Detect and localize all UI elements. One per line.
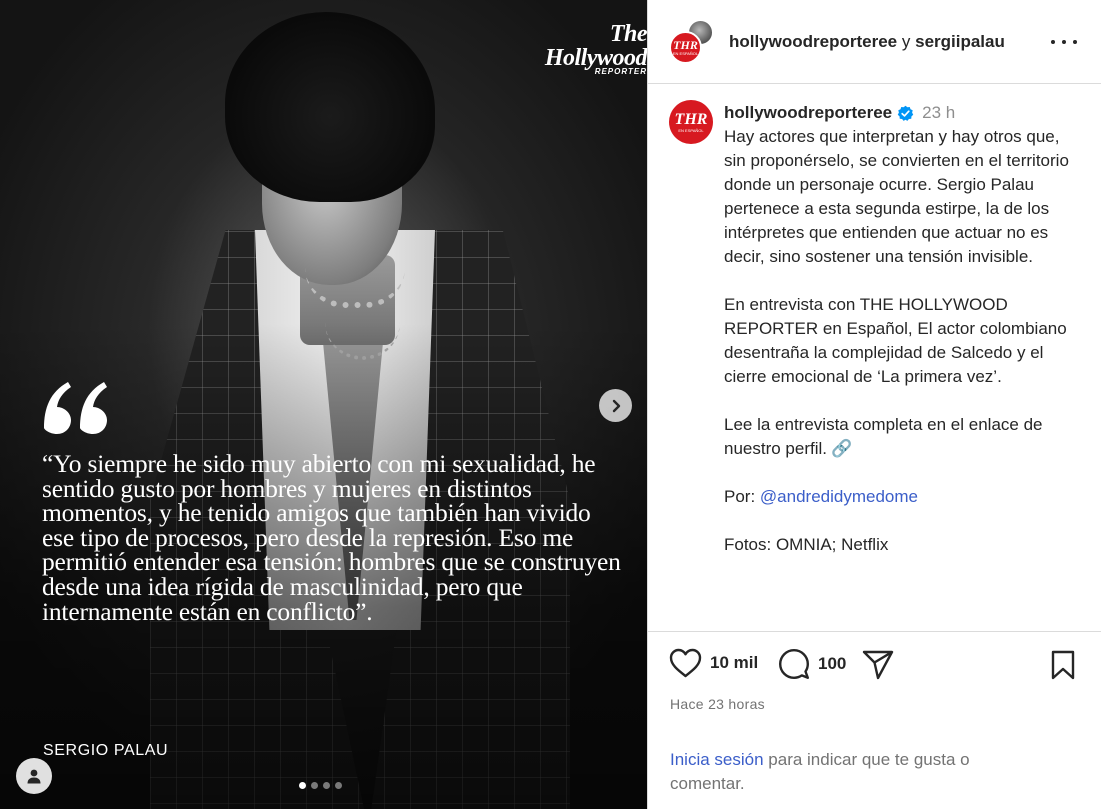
caption-avatar[interactable]: THR EN ESPAÑOL bbox=[669, 100, 713, 144]
carousel-dot bbox=[299, 782, 306, 789]
action-bar: 10 mil 100 bbox=[648, 648, 1101, 692]
caption-area[interactable]: THR EN ESPAÑOL hollywoodreporteree 23 h … bbox=[648, 85, 1101, 632]
share-action bbox=[862, 650, 894, 680]
caption-paragraph-text: Lee la entrevista completa en el enlace … bbox=[724, 415, 1043, 458]
posted-time[interactable]: Hace 23 horas bbox=[670, 696, 765, 712]
more-dot-icon bbox=[1051, 40, 1055, 44]
post-media[interactable]: The Hollywood REPORTER “Yo siempre he si… bbox=[0, 0, 647, 809]
like-action: 10 mil bbox=[669, 648, 758, 678]
carousel-dot bbox=[335, 782, 342, 789]
brand-logo: The Hollywood REPORTER bbox=[544, 21, 647, 76]
carousel-dot bbox=[323, 782, 330, 789]
authors-joiner: y bbox=[901, 32, 911, 51]
caption-text: Hay actores que interpretan y hay otros … bbox=[724, 125, 1074, 557]
more-dot-icon bbox=[1062, 40, 1066, 44]
carousel-dots bbox=[299, 782, 342, 789]
share-icon[interactable] bbox=[862, 650, 894, 680]
mention-link[interactable]: @andredidymedome bbox=[760, 487, 918, 506]
post-header: THR EN ESPAÑOL hollywoodreporteree y ser… bbox=[648, 0, 1101, 84]
tagged-users-button[interactable] bbox=[16, 758, 52, 794]
more-options-button[interactable] bbox=[1051, 32, 1077, 52]
more-dot-icon bbox=[1073, 40, 1077, 44]
avatar-logo-text: THR bbox=[674, 110, 708, 128]
scrollbar[interactable] bbox=[1082, 85, 1101, 631]
avatar-logo-text: THR bbox=[673, 38, 698, 52]
carousel-dot bbox=[311, 782, 318, 789]
caption-paragraph: Hay actores que interpretan y hay otros … bbox=[724, 127, 1069, 266]
post-sidebar: THR EN ESPAÑOL hollywoodreporteree y ser… bbox=[647, 0, 1101, 809]
avatar-logo-sub: EN ESPAÑOL bbox=[672, 51, 699, 56]
post-authors: hollywoodreporteree y sergiipalau bbox=[729, 32, 1005, 52]
caption-paragraph: Lee la entrevista completa en el enlace … bbox=[724, 413, 1074, 461]
caption-username[interactable]: hollywoodreporteree bbox=[724, 103, 892, 123]
caption-credit: Por: @andredidymedome bbox=[724, 485, 1074, 509]
collaborator-link[interactable]: sergiipalau bbox=[915, 32, 1005, 51]
quote-mark-icon bbox=[44, 382, 107, 434]
heart-icon[interactable] bbox=[669, 648, 702, 678]
like-count[interactable]: 10 mil bbox=[710, 653, 758, 673]
caption-paragraph: En entrevista con THE HOLLYWOOD REPORTER… bbox=[724, 295, 1067, 386]
link-emoji-icon: 🔗 bbox=[831, 439, 853, 458]
bookmark-icon[interactable] bbox=[1050, 650, 1076, 680]
credit-label: Por: bbox=[724, 487, 756, 506]
comment-action: 100 bbox=[778, 648, 846, 680]
caption-time[interactable]: 23 h bbox=[922, 103, 955, 123]
chevron-right-icon bbox=[612, 399, 620, 412]
account-avatar[interactable]: THR EN ESPAÑOL bbox=[669, 31, 702, 64]
login-prompt: Inicia sesión para indicar que te gusta … bbox=[670, 748, 1030, 796]
quote-text: “Yo siempre he sido muy abierto con mi s… bbox=[42, 449, 621, 626]
verified-badge-icon bbox=[897, 105, 914, 121]
user-icon bbox=[27, 769, 41, 784]
comment-icon[interactable] bbox=[778, 648, 810, 680]
avatar-logo-sub: EN ESPAÑOL bbox=[678, 127, 704, 133]
caption-photos: Fotos: OMNIA; Netflix bbox=[724, 535, 889, 554]
account-link[interactable]: hollywoodreporteree bbox=[729, 32, 897, 51]
next-slide-button[interactable] bbox=[599, 389, 632, 422]
caption-header: hollywoodreporteree 23 h bbox=[724, 103, 955, 123]
login-link[interactable]: Inicia sesión bbox=[670, 750, 764, 769]
comment-count[interactable]: 100 bbox=[818, 654, 846, 674]
quote-author: SERGIO PALAU bbox=[43, 742, 169, 759]
save-action bbox=[1050, 650, 1076, 680]
